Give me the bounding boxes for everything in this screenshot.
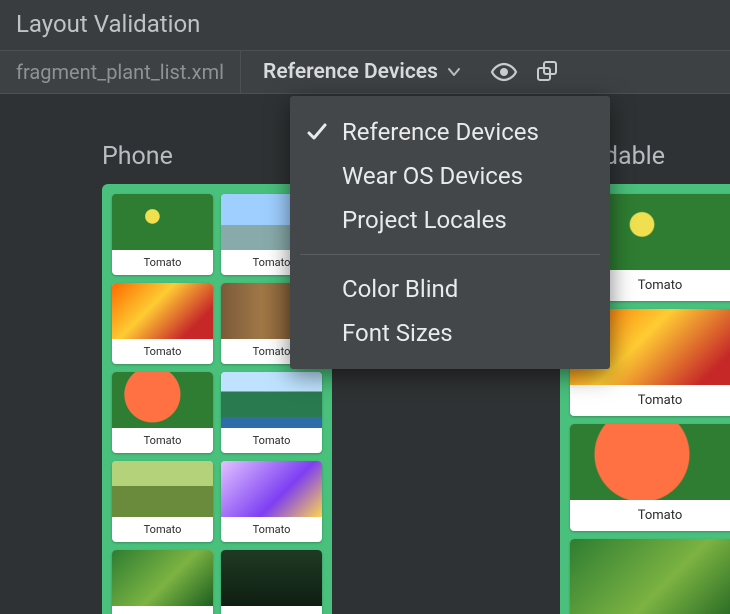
device-set-dropdown[interactable]: Reference Devices [241, 51, 476, 93]
plant-card[interactable]: Tomato [570, 539, 730, 614]
menu-item[interactable]: Color Blind [290, 267, 610, 311]
menu-separator [300, 254, 600, 255]
plant-image [221, 461, 322, 517]
device-set-menu: Reference Devices Wear OS Devices Project … [290, 96, 610, 369]
plant-image [570, 539, 730, 614]
device-set-dropdown-label: Reference Devices [263, 60, 438, 84]
menu-item[interactable]: Project Locales [290, 198, 610, 242]
check-icon [304, 121, 330, 143]
toolbar: fragment_plant_list.xml Reference Device… [0, 50, 730, 94]
plant-label: Tomato [221, 517, 322, 542]
plant-image [112, 283, 213, 339]
plant-card[interactable]: Tomato [570, 424, 730, 531]
plant-image [112, 372, 213, 428]
menu-item-label: Project Locales [342, 206, 507, 234]
plant-image [221, 372, 322, 428]
plant-label [221, 606, 322, 614]
plant-label: Tomato [112, 250, 213, 275]
plant-label [112, 606, 213, 614]
plant-card[interactable]: Tomato [221, 461, 322, 542]
menu-item-label: Wear OS Devices [342, 162, 523, 190]
plant-card[interactable] [221, 550, 322, 614]
file-tab[interactable]: fragment_plant_list.xml [0, 51, 241, 93]
plant-image [112, 461, 213, 517]
plant-label: Tomato [570, 500, 730, 531]
plant-image [221, 550, 322, 606]
plant-card[interactable]: Tomato [112, 372, 213, 453]
plant-card[interactable]: Tomato [112, 283, 213, 364]
plant-image [112, 194, 213, 250]
plant-label: Tomato [112, 517, 213, 542]
plant-image [112, 550, 213, 606]
plant-label: Tomato [112, 428, 213, 453]
menu-item[interactable]: Reference Devices [290, 110, 610, 154]
menu-item[interactable]: Wear OS Devices [290, 154, 610, 198]
menu-item-label: Color Blind [342, 275, 458, 303]
menu-item-label: Reference Devices [342, 118, 539, 146]
plant-card[interactable]: Tomato [112, 461, 213, 542]
plant-label: Tomato [112, 339, 213, 364]
plant-card[interactable]: Tomato [221, 372, 322, 453]
plant-card[interactable] [112, 550, 213, 614]
eye-visibility-icon[interactable] [490, 62, 518, 82]
menu-item-label: Font Sizes [342, 319, 453, 347]
device-label-phone: Phone [102, 142, 173, 171]
copy-stack-icon[interactable] [536, 61, 560, 83]
plant-card[interactable]: Tomato [112, 194, 213, 275]
panel-title: Layout Validation [0, 0, 730, 50]
plant-image [570, 424, 730, 500]
plant-label: Tomato [221, 428, 322, 453]
chevron-down-icon [446, 64, 462, 80]
menu-item[interactable]: Font Sizes [290, 311, 610, 355]
plant-label: Tomato [570, 385, 730, 416]
